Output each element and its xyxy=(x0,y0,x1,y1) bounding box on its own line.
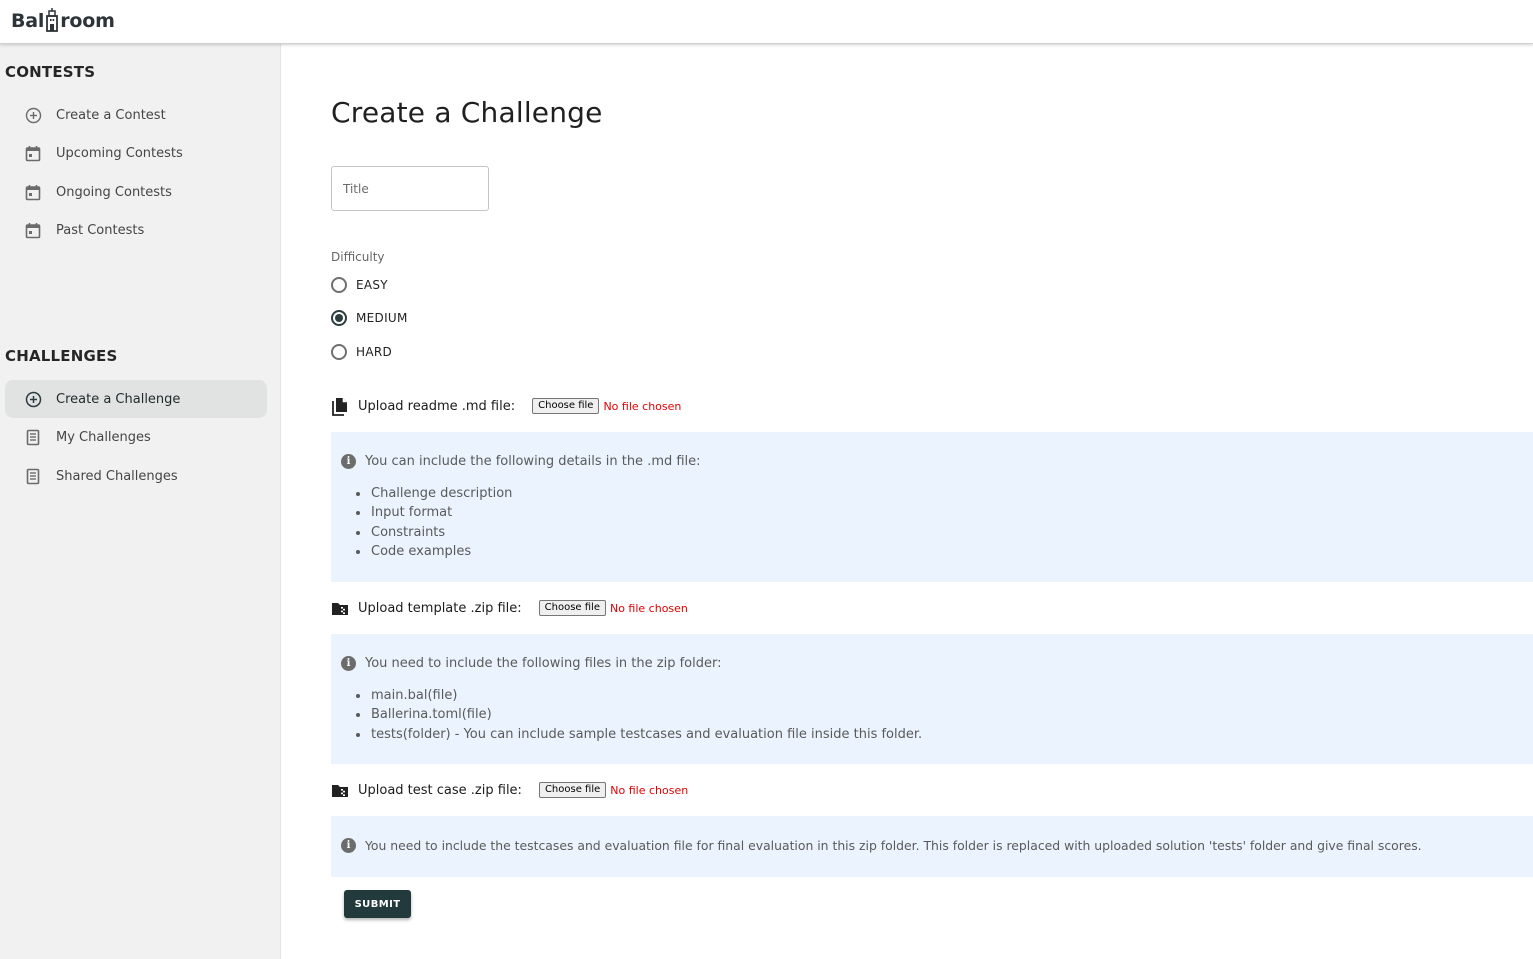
list-item: tests(folder) - You can include sample t… xyxy=(355,725,922,744)
info-icon: i xyxy=(341,838,356,853)
calendar-icon xyxy=(24,183,42,201)
add-circle-icon xyxy=(24,390,42,408)
sidebar-item-label: Shared Challenges xyxy=(56,468,178,484)
radio-button[interactable] xyxy=(331,344,347,360)
sidebar-item-label: Past Contests xyxy=(56,222,145,238)
tower-icon xyxy=(45,8,59,32)
logo-text-left: Bal xyxy=(11,10,45,32)
testcase-upload-label: Upload test case .zip file: xyxy=(358,782,522,798)
template-upload-label: Upload template .zip file: xyxy=(358,600,522,616)
sidebar-item-label: My Challenges xyxy=(56,429,151,445)
readme-upload-row: Upload readme .md file: Choose file No f… xyxy=(331,397,682,416)
template-files-list: main.bal(file) Ballerina.toml(file) test… xyxy=(355,686,922,744)
template-choose-file-button[interactable]: Choose file xyxy=(538,600,606,616)
page-title: Create a Challenge xyxy=(331,96,603,129)
sidebar-item-my-challenges[interactable]: My Challenges xyxy=(5,418,267,456)
radio-button-checked[interactable] xyxy=(331,310,347,326)
list-item: Challenge description xyxy=(355,484,512,503)
radio-label: HARD xyxy=(356,345,393,359)
file-copy-icon xyxy=(331,397,349,416)
sidebar-item-upcoming-contests[interactable]: Upcoming Contests xyxy=(5,134,267,172)
testcase-choose-file-button[interactable]: Choose file xyxy=(538,782,607,798)
list-item: Code examples xyxy=(355,542,512,561)
folder-zip-icon xyxy=(331,599,349,617)
document-list-icon xyxy=(24,467,42,485)
logo-text-right: room xyxy=(60,10,115,32)
readme-upload-label: Upload readme .md file: xyxy=(358,398,516,414)
readme-info-text: You can include the following details in… xyxy=(365,454,701,469)
sidebar-item-label: Create a Contest xyxy=(56,107,166,123)
folder-zip-icon xyxy=(331,781,349,799)
calendar-icon xyxy=(24,144,42,162)
template-upload-row: Upload template .zip file: Choose file N… xyxy=(331,599,688,617)
difficulty-label: Difficulty xyxy=(331,250,385,264)
sidebar-item-label: Upcoming Contests xyxy=(56,145,183,161)
template-info-box: i You need to include the following file… xyxy=(331,634,1533,764)
list-item: Ballerina.toml(file) xyxy=(355,705,922,724)
sidebar-item-label: Ongoing Contests xyxy=(56,184,172,200)
readme-details-list: Challenge description Input format Const… xyxy=(355,484,512,561)
list-item: main.bal(file) xyxy=(355,686,922,705)
title-input[interactable] xyxy=(331,166,489,211)
sidebar-item-create-challenge[interactable]: Create a Challenge xyxy=(5,380,267,418)
sidebar-item-past-contests[interactable]: Past Contests xyxy=(5,211,267,249)
template-info-text: You need to include the following files … xyxy=(365,656,722,671)
difficulty-option-medium[interactable]: MEDIUM xyxy=(331,310,408,326)
testcase-upload-row: Upload test case .zip file: Choose file … xyxy=(331,781,688,799)
sidebar-item-label: Create a Challenge xyxy=(56,391,181,407)
readme-file-status: No file chosen xyxy=(603,399,682,413)
sidebar: CONTESTS Create a Contest Upcoming Conte… xyxy=(0,44,281,959)
template-file-status: No file chosen xyxy=(609,601,688,615)
template-info-header: i You need to include the following file… xyxy=(341,656,721,671)
sidebar-item-ongoing-contests[interactable]: Ongoing Contests xyxy=(5,173,267,211)
submit-button[interactable]: SUBMIT xyxy=(344,890,411,918)
sidebar-item-shared-challenges[interactable]: Shared Challenges xyxy=(5,457,267,495)
difficulty-option-easy[interactable]: EASY xyxy=(331,277,388,293)
info-icon: i xyxy=(341,656,356,671)
testcase-info-header: i You need to include the testcases and … xyxy=(341,838,1422,853)
testcase-file-status: No file chosen xyxy=(610,783,689,797)
sidebar-item-create-contest[interactable]: Create a Contest xyxy=(5,96,267,134)
readme-choose-file-button[interactable]: Choose file xyxy=(532,398,600,414)
readme-info-header: i You can include the following details … xyxy=(341,454,701,469)
add-circle-icon xyxy=(24,106,42,124)
document-list-icon xyxy=(24,428,42,446)
challenges-section-title: CHALLENGES xyxy=(5,347,118,365)
radio-label: MEDIUM xyxy=(356,311,408,325)
testcase-info-text: You need to include the testcases and ev… xyxy=(365,838,1422,853)
difficulty-option-hard[interactable]: HARD xyxy=(331,344,392,360)
top-bar: Bal room xyxy=(0,0,1533,44)
testcase-info-box: i You need to include the testcases and … xyxy=(331,816,1533,877)
main-content: Create a Challenge Difficulty EASY MEDIU… xyxy=(282,44,1533,959)
calendar-icon xyxy=(24,221,42,239)
contests-section-title: CONTESTS xyxy=(5,63,96,81)
list-item: Constraints xyxy=(355,523,512,542)
radio-button[interactable] xyxy=(331,277,347,293)
radio-label: EASY xyxy=(356,278,388,292)
info-icon: i xyxy=(341,454,356,469)
list-item: Input format xyxy=(355,503,512,522)
ballroom-logo[interactable]: Bal room xyxy=(11,8,115,32)
readme-info-box: i You can include the following details … xyxy=(331,432,1533,582)
